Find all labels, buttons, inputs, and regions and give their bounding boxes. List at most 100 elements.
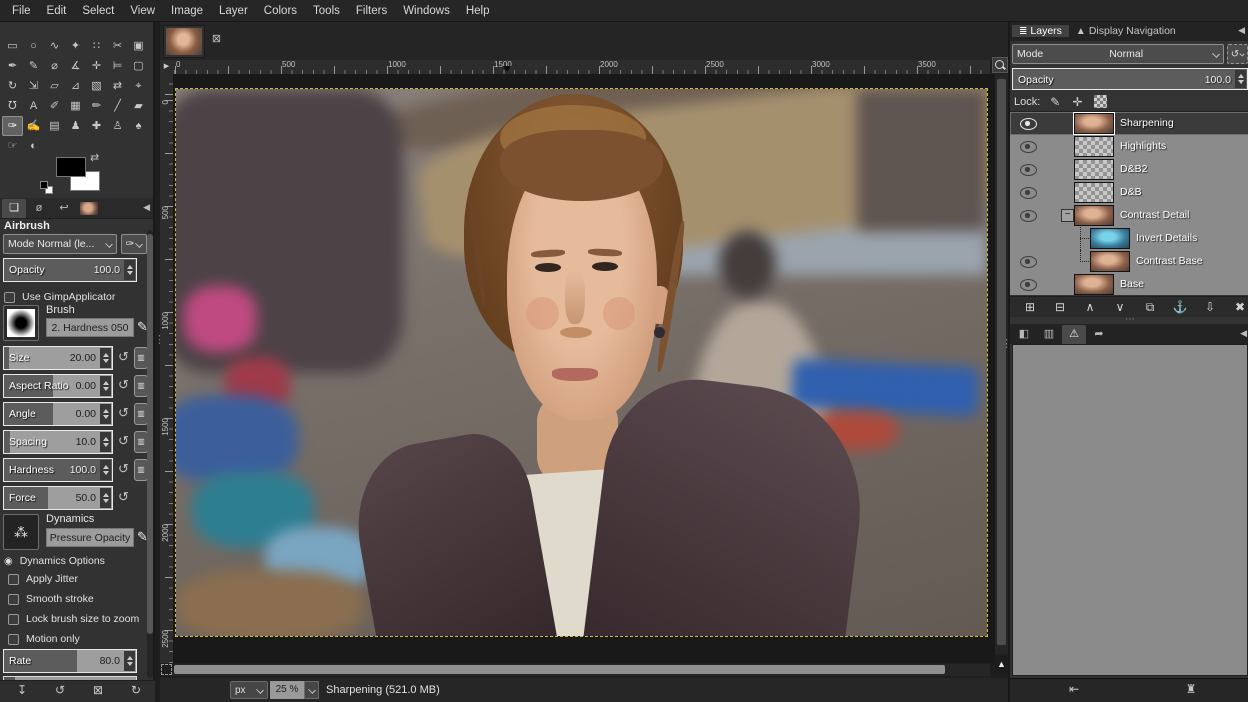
raise-layer-button[interactable]: ∧ <box>1078 298 1102 317</box>
mode-group-button[interactable]: ↺ <box>1227 44 1248 64</box>
panel-resize-handle[interactable]: ⋮ <box>1001 342 1005 347</box>
vertical-scrollbar-thumb[interactable] <box>997 79 1006 645</box>
layer-mode-dropdown[interactable]: Mode Normal <box>1012 44 1224 64</box>
error-console-tab[interactable]: ⚠ <box>1062 325 1086 344</box>
spin-buttons[interactable] <box>100 376 111 396</box>
menu-item[interactable]: Help <box>458 2 498 20</box>
tool-option-checkbox[interactable]: Apply Jitter <box>8 571 153 587</box>
image-tab[interactable] <box>163 25 205 58</box>
duplicate-layer-button[interactable]: ⧉ <box>1138 298 1162 317</box>
menu-item[interactable]: Filters <box>348 2 395 20</box>
menu-item[interactable]: Layer <box>211 2 256 20</box>
tool-select-by-color[interactable]: ∷ <box>86 36 107 56</box>
tool-measure[interactable]: ∡ <box>65 56 86 76</box>
pointer-tab[interactable]: ▥ <box>1037 325 1061 344</box>
dock-right-button[interactable]: ♜ <box>1182 682 1200 696</box>
dynamics-thumbnail[interactable]: ⁂ <box>3 514 39 550</box>
tool-rotate[interactable]: ↻ <box>2 76 23 96</box>
hardness-slider[interactable]: Hardness 100.0 <box>3 458 113 482</box>
layer-thumbnail[interactable] <box>1090 251 1130 272</box>
tool-scissors-select[interactable]: ✂ <box>107 36 128 56</box>
tool-align[interactable]: ⊨ <box>107 56 128 76</box>
tool-pencil[interactable]: ✏ <box>86 96 107 116</box>
layer-thumbnail[interactable] <box>1090 228 1130 249</box>
tool-scale[interactable]: ⇲ <box>23 76 44 96</box>
checkbox-icon[interactable] <box>8 634 19 645</box>
collapse-dock-icon[interactable]: ◀ <box>1238 25 1245 36</box>
tool-dodge-burn[interactable]: ◐ <box>23 136 44 156</box>
canvas-image[interactable] <box>176 89 987 636</box>
close-icon[interactable]: ⊠ <box>209 32 224 47</box>
foreground-color-swatch[interactable] <box>56 157 86 177</box>
anchor-layer-button[interactable]: ⚓ <box>1168 298 1192 317</box>
delete-layer-button[interactable]: ✖ <box>1228 298 1248 317</box>
tool-gradient[interactable]: ▦ <box>65 96 86 116</box>
tool-bucket-fill[interactable]: ℧ <box>2 96 23 116</box>
spacing-slider[interactable]: Spacing 10.0 <box>3 430 113 454</box>
group-expander-icon[interactable]: − <box>1061 209 1074 222</box>
reset-icon[interactable]: ↺ <box>118 378 129 392</box>
checkbox-icon[interactable] <box>8 614 19 625</box>
lock-pixels-icon[interactable]: ✎ <box>1050 95 1060 109</box>
reset-icon[interactable]: ↺ <box>118 350 129 364</box>
menu-item[interactable]: Tools <box>305 2 348 20</box>
swap-colors-icon[interactable]: ⇄ <box>90 151 99 164</box>
spin-buttons[interactable] <box>1235 70 1246 88</box>
restore-tool-preset-button[interactable]: ↺ <box>50 683 70 697</box>
spin-buttons[interactable] <box>124 651 135 671</box>
layer-row-contrast-detail[interactable]: − Contrast Detail <box>1010 204 1248 227</box>
tablet-link-button[interactable]: ▥ <box>134 347 148 369</box>
spin-buttons[interactable] <box>100 348 111 368</box>
merge-down-button[interactable]: ⇩ <box>1198 298 1222 317</box>
layer-row-db2[interactable]: − D&B2 <box>1010 158 1248 181</box>
tool-handle-transform[interactable]: ⌖ <box>128 76 149 96</box>
tool-perspective[interactable]: ⊿ <box>65 76 86 96</box>
paths-tab[interactable]: ➦ <box>1087 325 1111 344</box>
lock-position-icon[interactable]: ✛ <box>1072 95 1082 109</box>
reset-icon[interactable]: ↺ <box>118 434 129 448</box>
tool-zoom[interactable]: ⌀ <box>44 56 65 76</box>
tool-shear[interactable]: ▱ <box>44 76 65 96</box>
tool-mypaint-brush[interactable]: ▤ <box>44 116 65 136</box>
vertical-scrollbar[interactable] <box>995 74 1008 654</box>
menu-item[interactable]: View <box>122 2 163 20</box>
tab-display-navigation[interactable]: ▲Display Navigation <box>1069 25 1183 37</box>
tool-text[interactable]: A <box>23 96 44 116</box>
image-tab[interactable] <box>77 199 101 218</box>
new-layer-group-button[interactable]: ⊟ <box>1048 298 1072 317</box>
layer-thumbnail[interactable] <box>1074 136 1114 157</box>
horizontal-ruler[interactable]: 0500100015002000250030003500 <box>173 60 990 74</box>
tool-ink[interactable]: ✍ <box>23 116 44 136</box>
layer-thumbnail[interactable] <box>1074 159 1114 180</box>
eye-icon[interactable] <box>1020 278 1037 291</box>
horizontal-scrollbar[interactable] <box>173 664 990 676</box>
dynamics-name-field[interactable]: Pressure Opacity <box>46 528 134 547</box>
tablet-link-button[interactable]: ▥ <box>134 459 148 481</box>
layer-row-contrast-base[interactable]: − Contrast Base <box>1010 250 1248 273</box>
paint-mode-group-button[interactable]: ✑ <box>121 234 147 254</box>
brush-thumbnail[interactable] <box>3 305 39 341</box>
layer-row-sharpening[interactable]: − Sharpening <box>1010 112 1248 135</box>
angle-slider[interactable]: Angle 0.00 <box>3 402 113 426</box>
collapse-dock-icon[interactable]: ◀ <box>143 202 150 213</box>
quick-mask-toggle[interactable] <box>161 664 172 675</box>
tool-color-picker[interactable]: ✎ <box>23 56 44 76</box>
save-tool-preset-button[interactable]: ↧ <box>12 683 32 697</box>
tool-rectangle-select[interactable]: ▭ <box>2 36 23 56</box>
brush-name-field[interactable]: 2. Hardness 050 <box>46 318 134 337</box>
tool-paintbrush[interactable]: ╱ <box>107 96 128 116</box>
collapse-dock-icon[interactable]: ◀ <box>1240 328 1247 339</box>
layer-row-db[interactable]: − D&B <box>1010 181 1248 204</box>
eye-icon[interactable] <box>1020 163 1037 176</box>
tool-paths[interactable]: ✒ <box>2 56 23 76</box>
spin-buttons[interactable] <box>100 404 111 424</box>
tool-ellipse-select[interactable]: ○ <box>23 36 44 56</box>
layer-row-invert-details[interactable]: − Invert Details <box>1010 227 1248 250</box>
tool-heal[interactable]: ✚ <box>86 116 107 136</box>
tool-crop[interactable]: ▢ <box>128 56 149 76</box>
tool-perspective-clone[interactable]: ♙ <box>107 116 128 136</box>
menu-item[interactable]: Edit <box>39 2 75 20</box>
reset-icon[interactable]: ↺ <box>118 462 129 476</box>
paint-mode-dropdown[interactable]: Mode Normal (le... <box>3 234 117 254</box>
use-gimpapplicator-checkbox[interactable]: Use GimpApplicator <box>4 289 149 305</box>
